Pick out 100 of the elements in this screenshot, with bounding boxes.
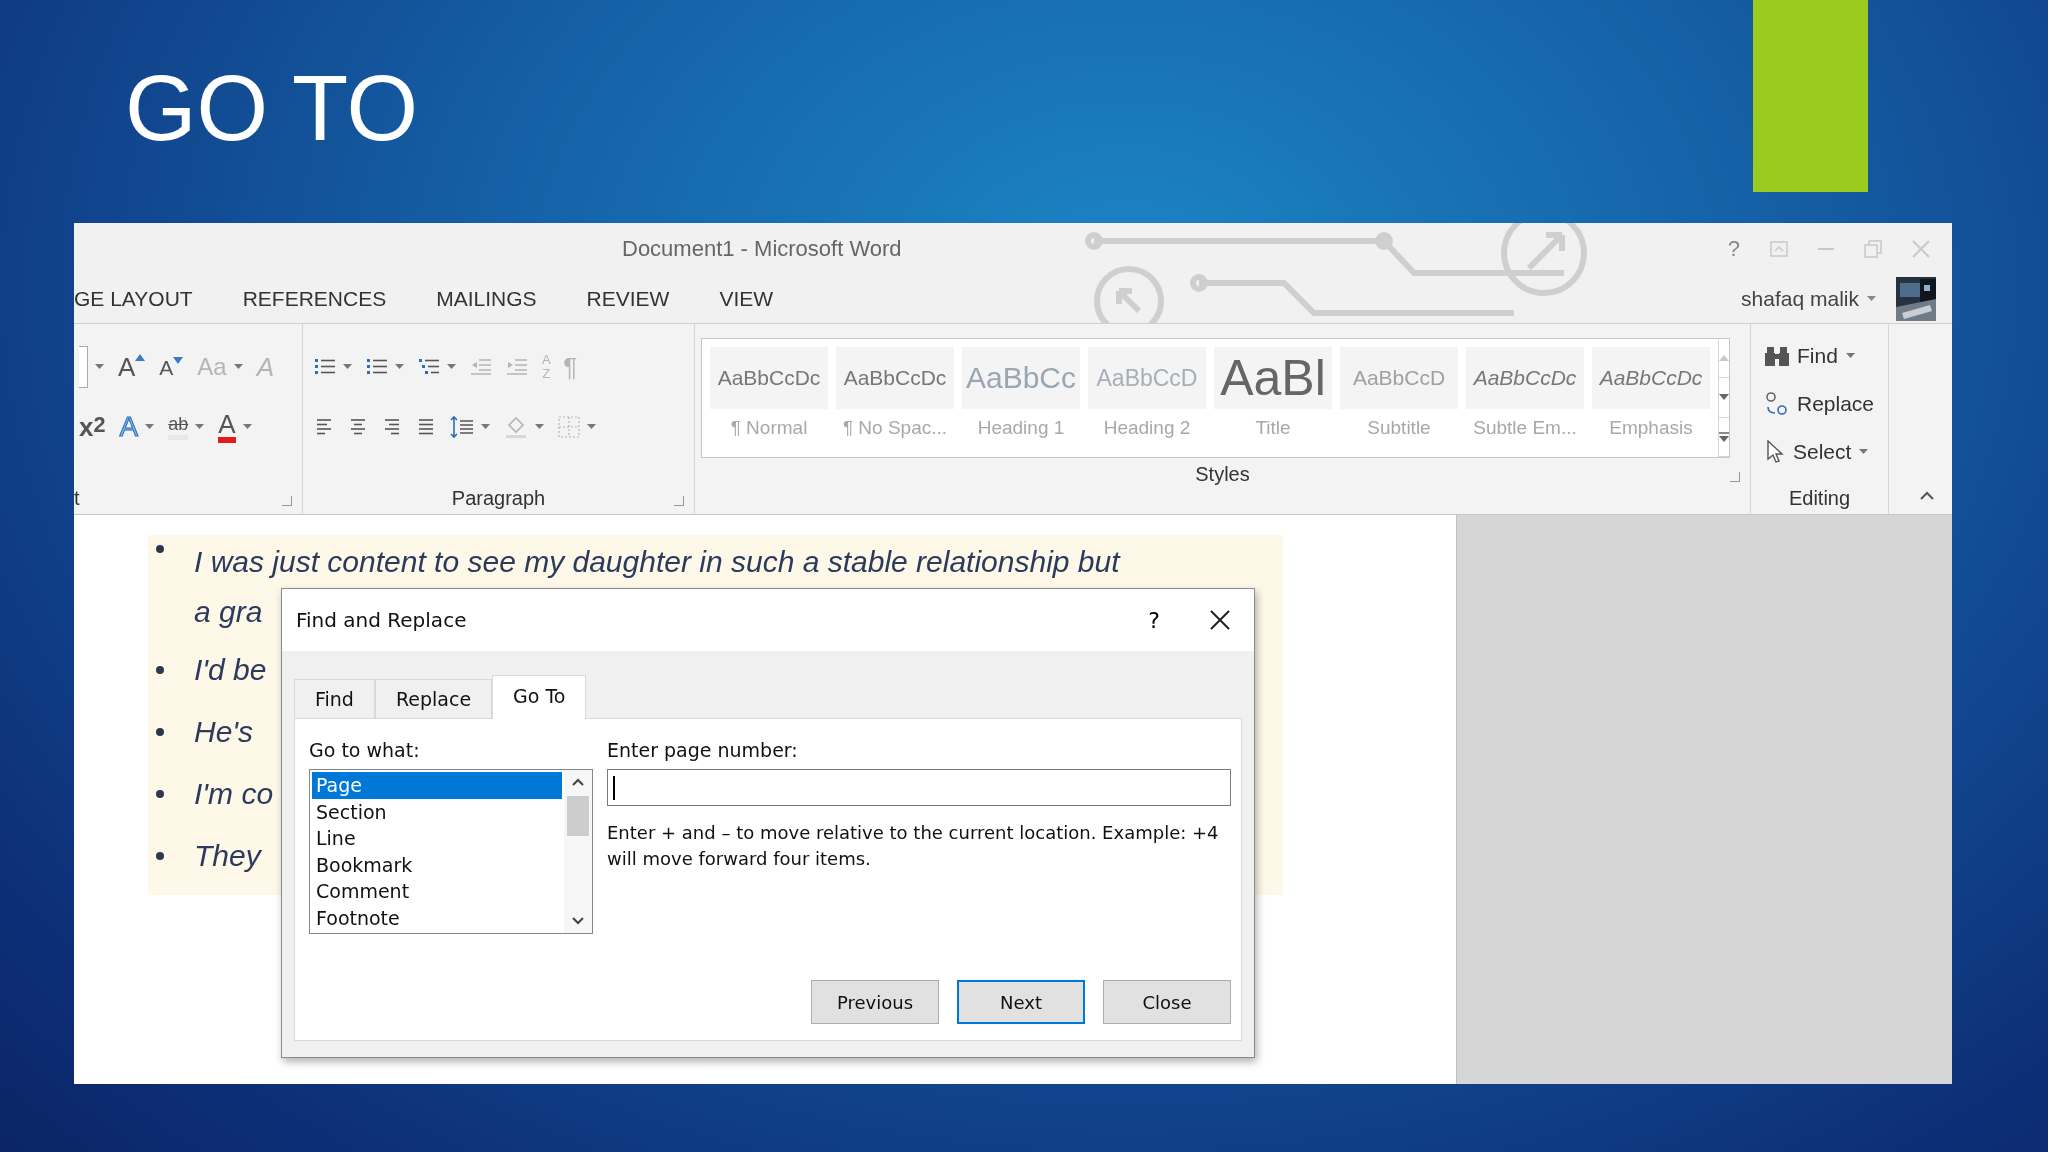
caret-icon <box>343 364 352 370</box>
dialog-tab[interactable]: Find <box>294 679 375 718</box>
case-icon: Aa <box>197 355 227 379</box>
list-item[interactable]: Section <box>312 798 562 825</box>
slide-title: GO TO <box>125 62 419 154</box>
dialog-tab[interactable]: Replace <box>374 679 493 718</box>
superscript-button[interactable]: x$^{2}$ <box>74 407 111 447</box>
style-item[interactable]: AaBbCcDc Emphasis <box>1592 347 1710 457</box>
list-item[interactable]: Line <box>312 825 562 852</box>
restore-icon <box>1864 240 1882 258</box>
group-label: Paragraph <box>451 486 546 510</box>
account-menu[interactable]: shafaq malik <box>1735 286 1882 312</box>
borders-icon <box>558 416 580 438</box>
find-button[interactable]: Find <box>1765 334 1882 378</box>
caret-icon <box>233 364 243 370</box>
more-icon <box>1719 431 1729 442</box>
binoculars-icon <box>1765 345 1789 367</box>
dialog-launcher-icon[interactable] <box>674 496 684 506</box>
shading-icon <box>504 415 528 439</box>
select-button[interactable]: Select <box>1765 430 1882 474</box>
style-item[interactable]: AaBbCcDc ¶ Normal <box>710 347 828 457</box>
style-preview: AaBbCcDc <box>710 347 828 409</box>
line-spacing-icon <box>450 415 474 439</box>
style-name: Heading 2 <box>1103 417 1191 439</box>
bullet-text: I'd be <box>194 653 267 687</box>
page-number-field[interactable] <box>607 769 1231 806</box>
caret-icon <box>145 424 155 430</box>
help-button[interactable]: ? <box>1142 606 1166 634</box>
list-label: Go to what: <box>309 739 421 761</box>
replace-button[interactable]: Replace <box>1765 382 1882 426</box>
shrink-button[interactable]: A <box>154 347 189 387</box>
caret-icon <box>587 424 596 430</box>
caret-icon <box>95 364 104 370</box>
style-preview: AaBbCc <box>962 347 1080 409</box>
style-preview: AaBl <box>1214 347 1332 409</box>
list-item[interactable]: Comment <box>312 878 562 905</box>
caret-icon <box>1845 353 1855 359</box>
dialog-button[interactable]: Previous <box>811 980 939 1024</box>
align-left-icon <box>314 418 334 436</box>
align-right-icon <box>382 418 402 436</box>
bullet-icon <box>156 545 164 553</box>
style-name: Subtitle <box>1367 417 1431 439</box>
style-preview: AaBbCcDc <box>1466 347 1584 409</box>
scrollbar[interactable] <box>564 770 592 933</box>
style-name: Emphasis <box>1609 417 1693 439</box>
caret-icon <box>195 424 205 430</box>
fontcolor-button[interactable]: A <box>213 407 257 447</box>
style-name: Heading 1 <box>977 417 1065 439</box>
dialog-title: Find and Replace <box>296 608 467 632</box>
down-arrow-icon <box>1719 394 1729 401</box>
style-item[interactable]: AaBl Title <box>1214 347 1332 457</box>
bullet-icon <box>156 852 164 860</box>
clear-icon: A <box>256 354 275 380</box>
ribbon-tab[interactable]: REFERENCES <box>242 287 411 311</box>
caret-icon <box>481 424 490 430</box>
dialog-tab[interactable]: Go To <box>492 675 587 719</box>
caret-up-icon <box>1920 491 1934 500</box>
dialog-button[interactable]: Next <box>957 980 1085 1024</box>
style-item[interactable]: AaBbCcDc Subtle Em... <box>1466 347 1584 457</box>
pointer-icon <box>1765 440 1785 464</box>
justify-icon <box>416 418 436 436</box>
bullet-text: They <box>194 839 261 873</box>
minimize-icon <box>1818 247 1834 251</box>
bullet-text: a gra <box>194 595 263 629</box>
group-label: Styles <box>1195 462 1250 486</box>
ribbon-options-icon <box>1770 241 1788 257</box>
list-item[interactable]: Footnote <box>312 904 562 931</box>
bullet-text: I was just content to see my daughter in such a stable relationship but <box>194 545 1120 579</box>
list-item[interactable]: Page <box>312 772 562 799</box>
bullet-icon <box>156 728 164 736</box>
bullet-text: I'm co <box>194 777 274 811</box>
dialog-button[interactable]: Close <box>1103 980 1231 1024</box>
collapse-ribbon-button[interactable] <box>1918 489 1936 502</box>
bullet-icon <box>156 666 164 674</box>
ribbon-tab[interactable]: VIEW <box>719 287 798 311</box>
list-item[interactable]: Bookmark <box>312 851 562 878</box>
dialog-launcher-icon[interactable] <box>1730 472 1740 482</box>
scrollbar-thumb[interactable] <box>567 796 589 836</box>
style-name: ¶ Normal <box>730 417 808 439</box>
replace-icon <box>1765 391 1789 417</box>
style-name: ¶ No Spac... <box>842 417 948 439</box>
ribbon-tab[interactable]: GE LAYOUT <box>74 287 217 311</box>
ribbon-tab[interactable]: MAILINGS <box>436 287 561 311</box>
caret-icon <box>1859 449 1869 455</box>
caret-icon <box>395 364 404 370</box>
grow-button[interactable]: A <box>113 347 151 387</box>
ribbon-tab[interactable]: REVIEW <box>586 287 694 311</box>
input-label: Enter page number: <box>607 739 799 761</box>
dialog-launcher-icon[interactable] <box>282 496 292 506</box>
superscript-icon: x$^{2}$ <box>79 414 106 440</box>
style-preview: AaBbCcD <box>1088 347 1206 409</box>
highlight-button[interactable]: ab <box>163 407 210 447</box>
bullet-icon <box>156 790 164 798</box>
style-preview: AaBbCcDc <box>1592 347 1710 409</box>
text-effects-icon: A <box>119 413 139 441</box>
window-title: Document1 - Microsoft Word <box>622 236 902 262</box>
bullet-text: He's <box>194 715 254 749</box>
pilcrow-icon: ¶ <box>563 354 578 380</box>
style-item[interactable]: AaBbCcDc ¶ No Spac... <box>836 347 954 457</box>
sort-icon: AZ <box>542 352 550 382</box>
